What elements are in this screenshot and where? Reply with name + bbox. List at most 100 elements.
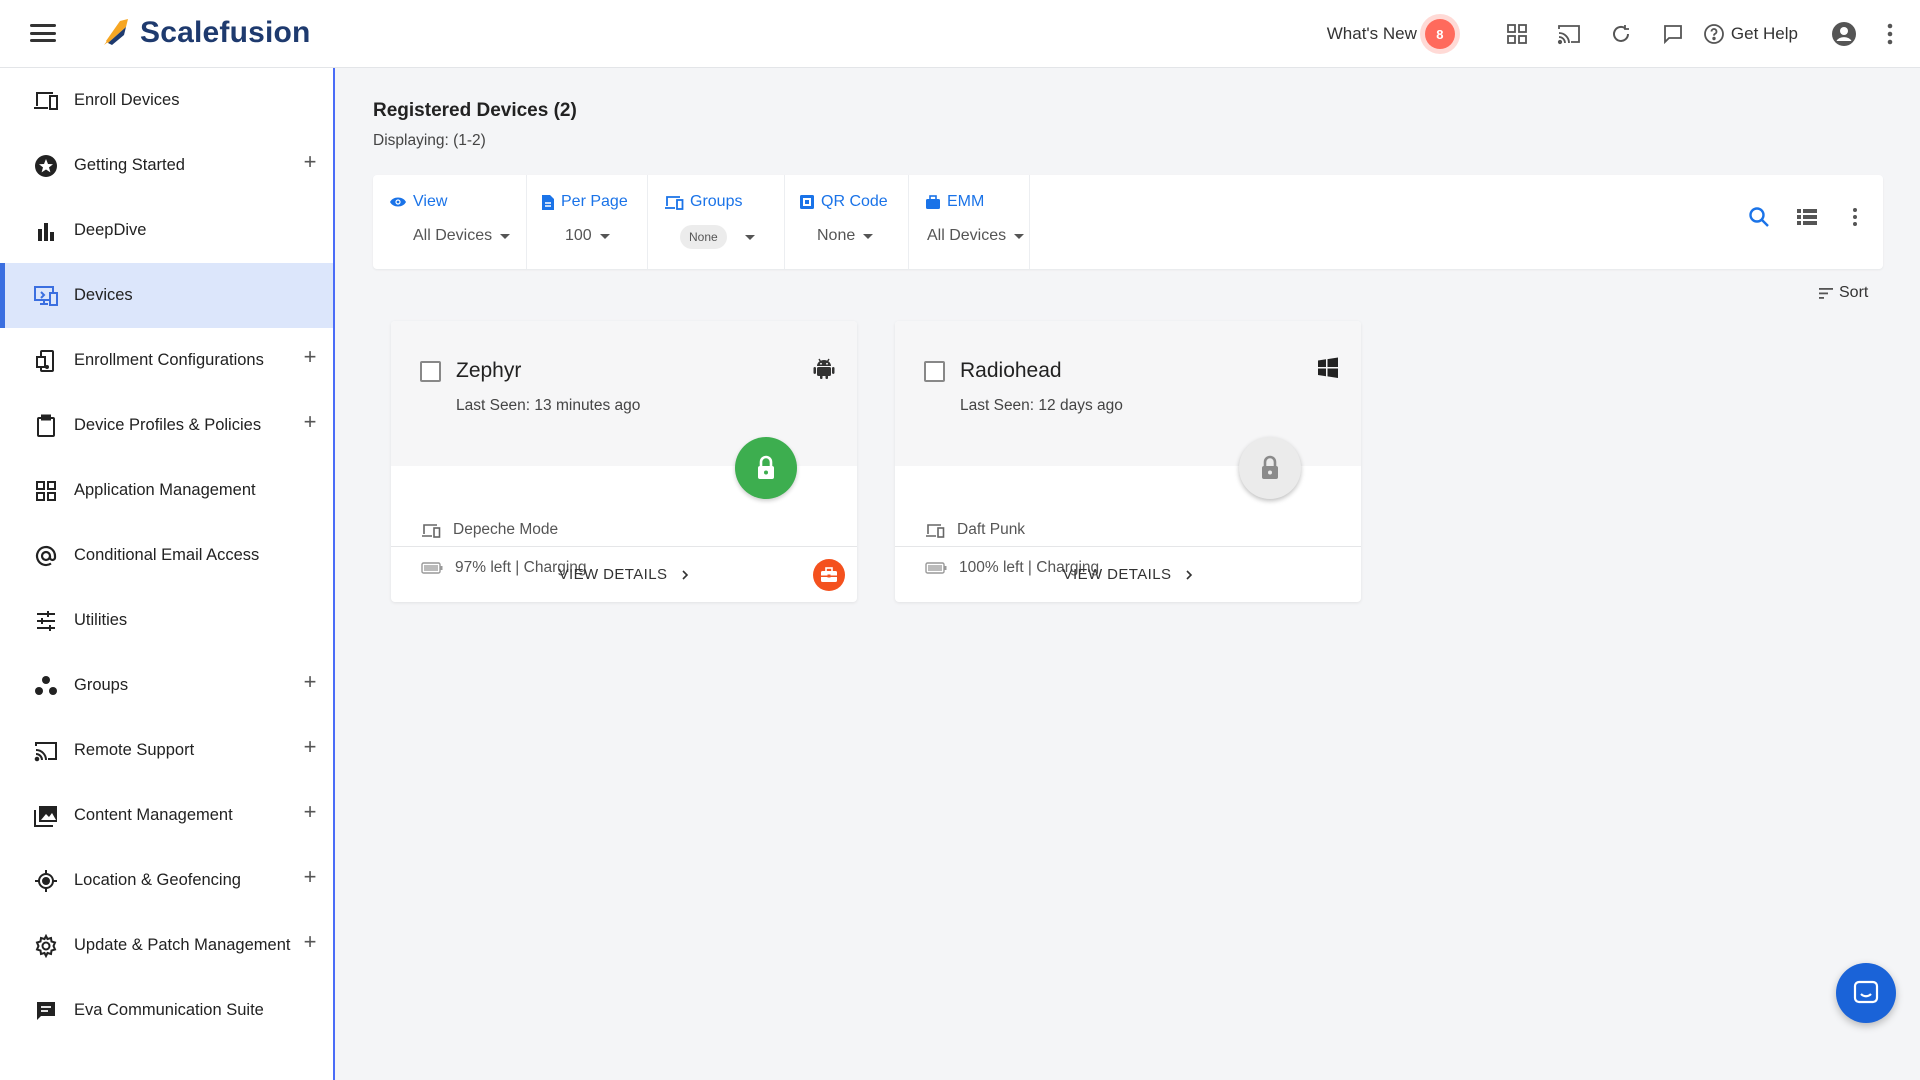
message-icon (32, 997, 60, 1025)
filter-view-header: View (389, 193, 447, 211)
sort-button[interactable]: Sort (1819, 284, 1868, 302)
sidebar-item-devices[interactable]: Devices (0, 263, 333, 328)
support-chat-button[interactable] (1836, 963, 1896, 1023)
device-last-seen: Last Seen: 12 days ago (960, 397, 1123, 414)
more-vert-icon[interactable] (1837, 199, 1873, 235)
sidebar-item-label: Device Profiles & Policies (74, 416, 262, 434)
cast-icon[interactable] (1543, 8, 1595, 60)
list-view-icon[interactable] (1789, 199, 1825, 235)
filter-view[interactable]: View All Devices (373, 175, 527, 269)
filter-qr-code-select[interactable]: None (817, 227, 874, 245)
gear-icon (32, 932, 60, 960)
scalefusion-logo-icon (104, 19, 128, 45)
brand-logo[interactable]: Scalefusion (100, 16, 311, 50)
filter-view-label: View (413, 193, 448, 210)
sidebar-item-remote-support[interactable]: Remote Support + (0, 718, 333, 783)
account-icon[interactable] (1818, 8, 1870, 60)
sidebar-item-enrollment-configurations[interactable]: Enrollment Configurations + (0, 328, 333, 393)
filter-qr-code-value: None (817, 227, 856, 244)
device-name: Zephyr (456, 359, 522, 382)
sidebar-item-conditional-email-access[interactable]: Conditional Email Access (0, 523, 333, 588)
sidebar-item-application-management[interactable]: Application Management (0, 458, 333, 523)
filter-qr-code[interactable]: QR Code None (785, 175, 909, 269)
expand-plus-icon[interactable]: + (300, 151, 320, 173)
device-lock-button[interactable] (1239, 437, 1301, 499)
apps-grid-icon[interactable] (1491, 8, 1543, 60)
star-icon (32, 152, 60, 180)
sidebar-item-label: Eva Communication Suite (74, 1001, 264, 1019)
expand-plus-icon[interactable]: + (300, 671, 320, 693)
filter-groups-select[interactable]: None (680, 225, 755, 249)
expand-plus-icon[interactable]: + (300, 931, 320, 953)
sidebar-item-eva-communication-suite[interactable]: Eva Communication Suite (0, 978, 333, 1043)
more-vert-icon[interactable] (1870, 8, 1910, 60)
view-details-button[interactable]: VIEW DETAILS (1063, 566, 1194, 583)
get-help-button[interactable]: Get Help (1703, 23, 1798, 45)
sort-label: Sort (1839, 284, 1869, 301)
filter-emm-label: EMM (947, 193, 985, 210)
filter-emm[interactable]: EMM All Devices (909, 175, 1030, 269)
chevron-right-icon (1186, 569, 1193, 580)
expand-plus-icon[interactable]: + (300, 346, 320, 368)
sidebar-item-groups[interactable]: Groups + (0, 653, 333, 718)
chevron-right-icon (682, 569, 689, 580)
filter-groups[interactable]: Groups None (648, 175, 785, 269)
filter-per-page-select[interactable]: 100 (565, 227, 610, 245)
chevron-down-icon (1014, 233, 1025, 239)
chevron-down-icon (500, 233, 511, 239)
at-icon (32, 542, 60, 570)
chat-icon[interactable] (1647, 8, 1699, 60)
device-select-checkbox[interactable] (420, 361, 441, 382)
whats-new-button[interactable]: What's New 8 (1327, 19, 1455, 49)
whats-new-count-badge: 8 (1424, 19, 1455, 49)
device-card-footer: VIEW DETAILS (391, 546, 857, 602)
expand-plus-icon[interactable]: + (300, 736, 320, 758)
sidebar-item-update-patch-management[interactable]: Update & Patch Management + (0, 913, 333, 978)
filter-bar: View All Devices Per Page 100 Groups Non… (373, 175, 1883, 269)
lock-icon (758, 455, 774, 479)
work-profile-briefcase-icon (813, 559, 845, 591)
sidebar-item-getting-started[interactable]: Getting Started + (0, 133, 333, 198)
sidebar-item-label: Application Management (74, 481, 256, 499)
device-model-row: Depeche Mode (421, 521, 558, 539)
filter-emm-value: All Devices (927, 227, 1007, 244)
filter-qr-code-label: QR Code (821, 193, 888, 210)
sidebar-item-label: Getting Started (74, 156, 185, 174)
sidebar-item-content-management[interactable]: Content Management + (0, 783, 333, 848)
device-lock-button[interactable] (735, 437, 797, 499)
device-select-checkbox[interactable] (924, 361, 945, 382)
chevron-down-icon (863, 233, 874, 239)
device-model: Daft Punk (957, 521, 1026, 538)
clipboard-icon (32, 412, 60, 440)
expand-plus-icon[interactable]: + (300, 801, 320, 823)
whats-new-label: What's New (1326, 24, 1417, 43)
filter-per-page-value: 100 (565, 227, 592, 244)
bar-chart-icon (32, 217, 60, 245)
windows-icon (1318, 357, 1338, 378)
sidebar-item-deepdive[interactable]: DeepDive (0, 198, 333, 263)
sidebar-item-label: Remote Support (74, 741, 195, 759)
menu-toggle-button[interactable] (30, 22, 56, 44)
sidebar-item-enroll-devices[interactable]: Enroll Devices (0, 68, 333, 133)
filter-emm-select[interactable]: All Devices (927, 227, 1025, 245)
sidebar-item-utilities[interactable]: Utilities (0, 588, 333, 653)
filter-view-select[interactable]: All Devices (413, 227, 511, 245)
devices-icon (665, 195, 684, 210)
top-actions: What's New 8 Get Help (1327, 0, 1920, 68)
sidebar-item-location-geofencing[interactable]: Location & Geofencing + (0, 848, 333, 913)
view-details-button[interactable]: VIEW DETAILS (559, 566, 690, 583)
filter-groups-label: Groups (690, 193, 743, 210)
filter-groups-header: Groups (664, 193, 742, 211)
briefcase-icon (926, 194, 940, 209)
top-bar: Scalefusion What's New 8 Get Help (0, 0, 1920, 68)
hamburger-line (30, 39, 56, 42)
sidebar-item-device-profiles-policies[interactable]: Device Profiles & Policies + (0, 393, 333, 458)
expand-plus-icon[interactable]: + (300, 411, 320, 433)
filter-per-page[interactable]: Per Page 100 (527, 175, 648, 269)
sidebar-item-label: Devices (74, 286, 133, 304)
search-icon[interactable] (1741, 199, 1777, 235)
refresh-icon[interactable] (1595, 8, 1647, 60)
location-icon (32, 867, 60, 895)
expand-plus-icon[interactable]: + (300, 866, 320, 888)
page-title: Registered Devices (2) (373, 100, 577, 121)
